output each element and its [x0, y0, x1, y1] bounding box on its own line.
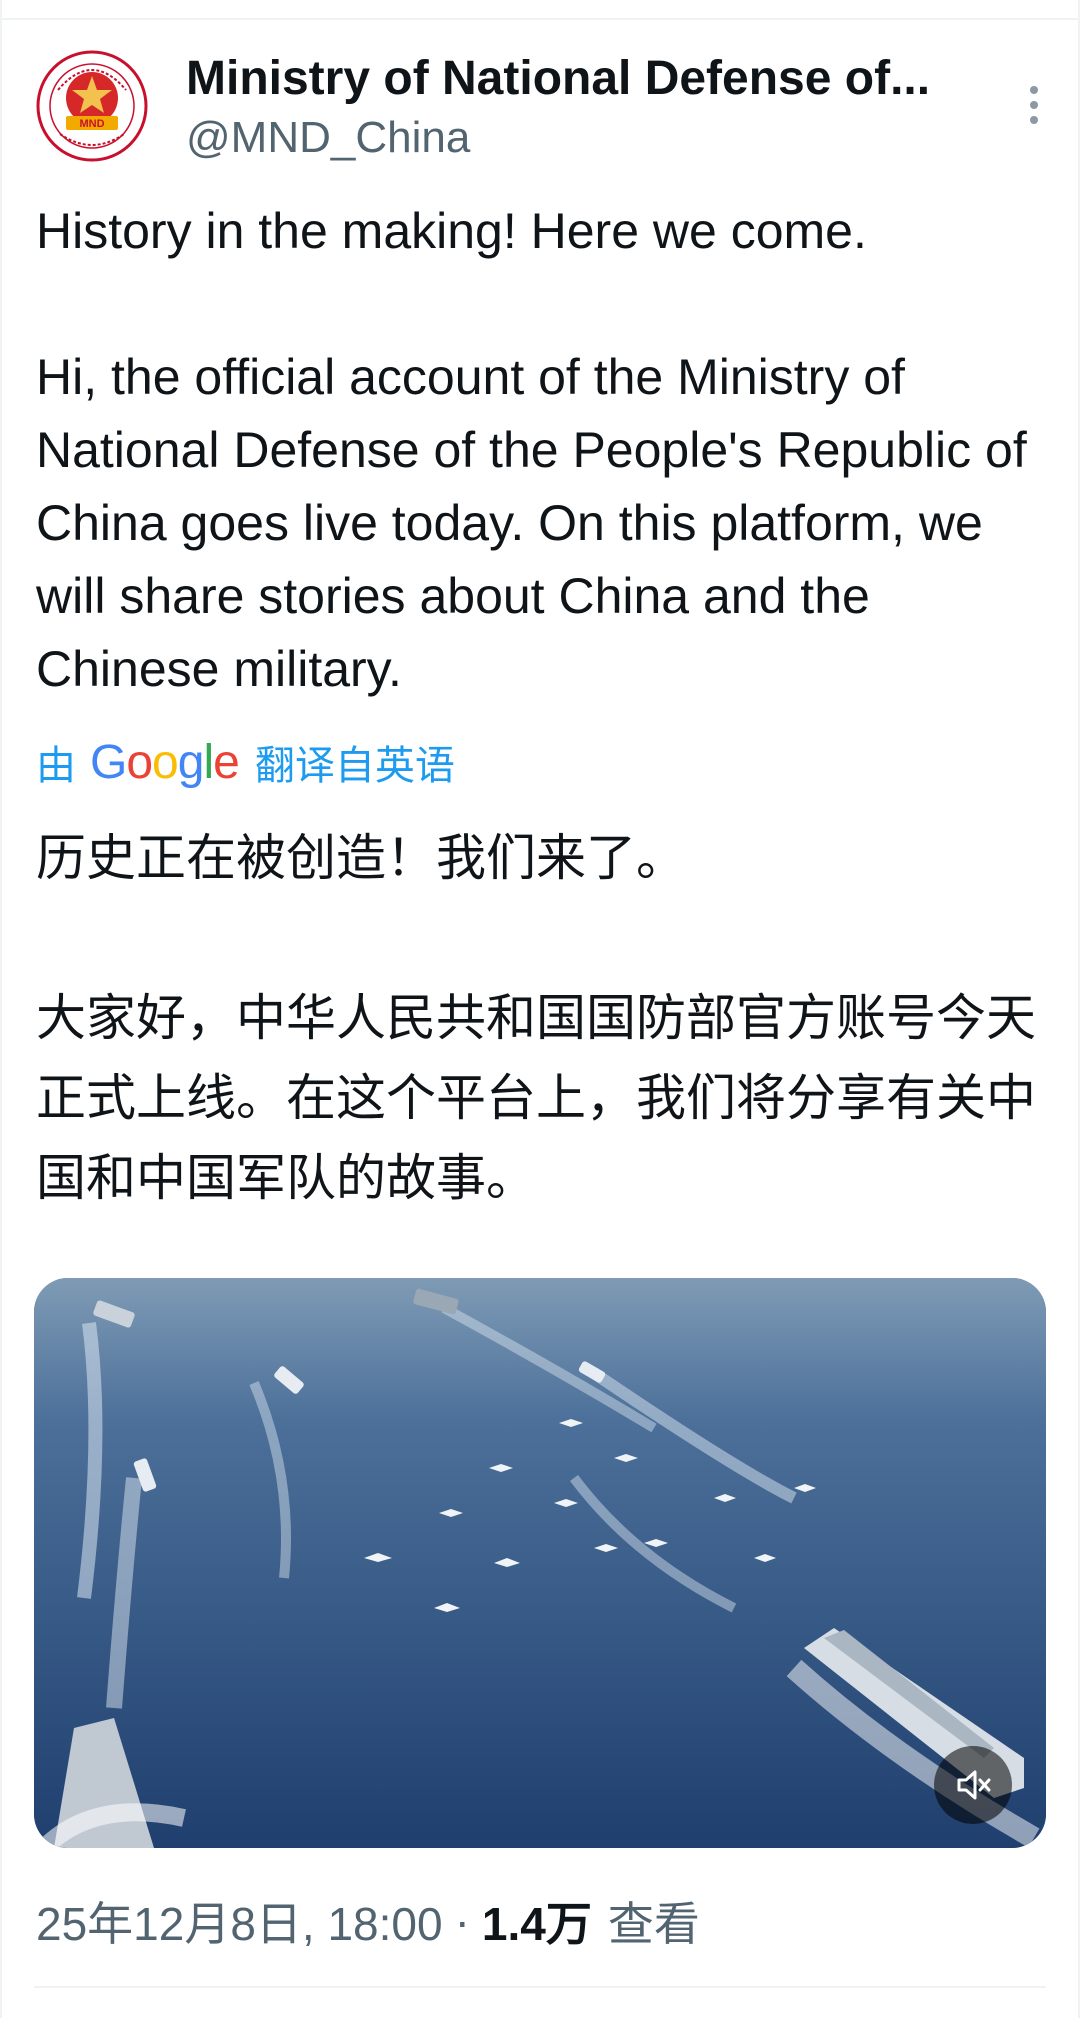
translated-line1: 历史正在被创造！我们来了。 [36, 829, 686, 887]
post-page: MND Ministry of National Defense of... @… [0, 0, 1080, 2018]
author-display-name[interactable]: Ministry of National Defense of... [186, 50, 1006, 108]
left-border [0, 0, 2, 2018]
translation-prefix: 由 [36, 744, 76, 788]
translation-attribution[interactable]: 由 Google 翻译自英语 [36, 734, 455, 790]
bottom-divider [34, 1986, 1046, 1988]
views-label: 查看 [607, 1898, 700, 1950]
video-frame [34, 1278, 1046, 1848]
translated-text: 历史正在被创造！我们来了。 大家好，中华人民共和国国防部官方账号今天正式上线。在… [36, 818, 1046, 1218]
top-divider [0, 18, 1080, 20]
mnd-emblem-icon: MND [36, 50, 148, 162]
more-vertical-icon[interactable] [1022, 80, 1046, 130]
translated-paragraph2: 大家好，中华人民共和国国防部官方账号今天正式上线。在这个平台上，我们将分享有关中… [36, 989, 1036, 1207]
google-logo: Google [90, 735, 240, 789]
post-video[interactable] [34, 1278, 1046, 1848]
avatar[interactable]: MND [36, 50, 148, 162]
post-meta: 25年12月8日, 18:00 · 1.4万 查看 [36, 1886, 700, 1956]
meta-separator: · [454, 1895, 470, 1947]
post-text: History in the making! Here we come. Hi,… [36, 195, 1046, 706]
author-handle[interactable]: @MND_China [186, 110, 1006, 166]
author-block: Ministry of National Defense of... @MND_… [186, 50, 1006, 166]
volume-muted-icon [957, 1770, 991, 1800]
translation-suffix: 翻译自英语 [254, 744, 455, 788]
mute-button[interactable] [934, 1746, 1012, 1824]
views-count: 1.4万 [481, 1898, 592, 1950]
post-text-line1: History in the making! Here we come. [36, 203, 867, 259]
post-header: MND Ministry of National Defense of... @… [36, 50, 1046, 170]
post-timestamp[interactable]: 25年12月8日, 18:00 [36, 1888, 443, 1954]
svg-text:MND: MND [79, 118, 104, 130]
post-text-paragraph2: Hi, the official account of the Ministry… [36, 349, 1027, 697]
